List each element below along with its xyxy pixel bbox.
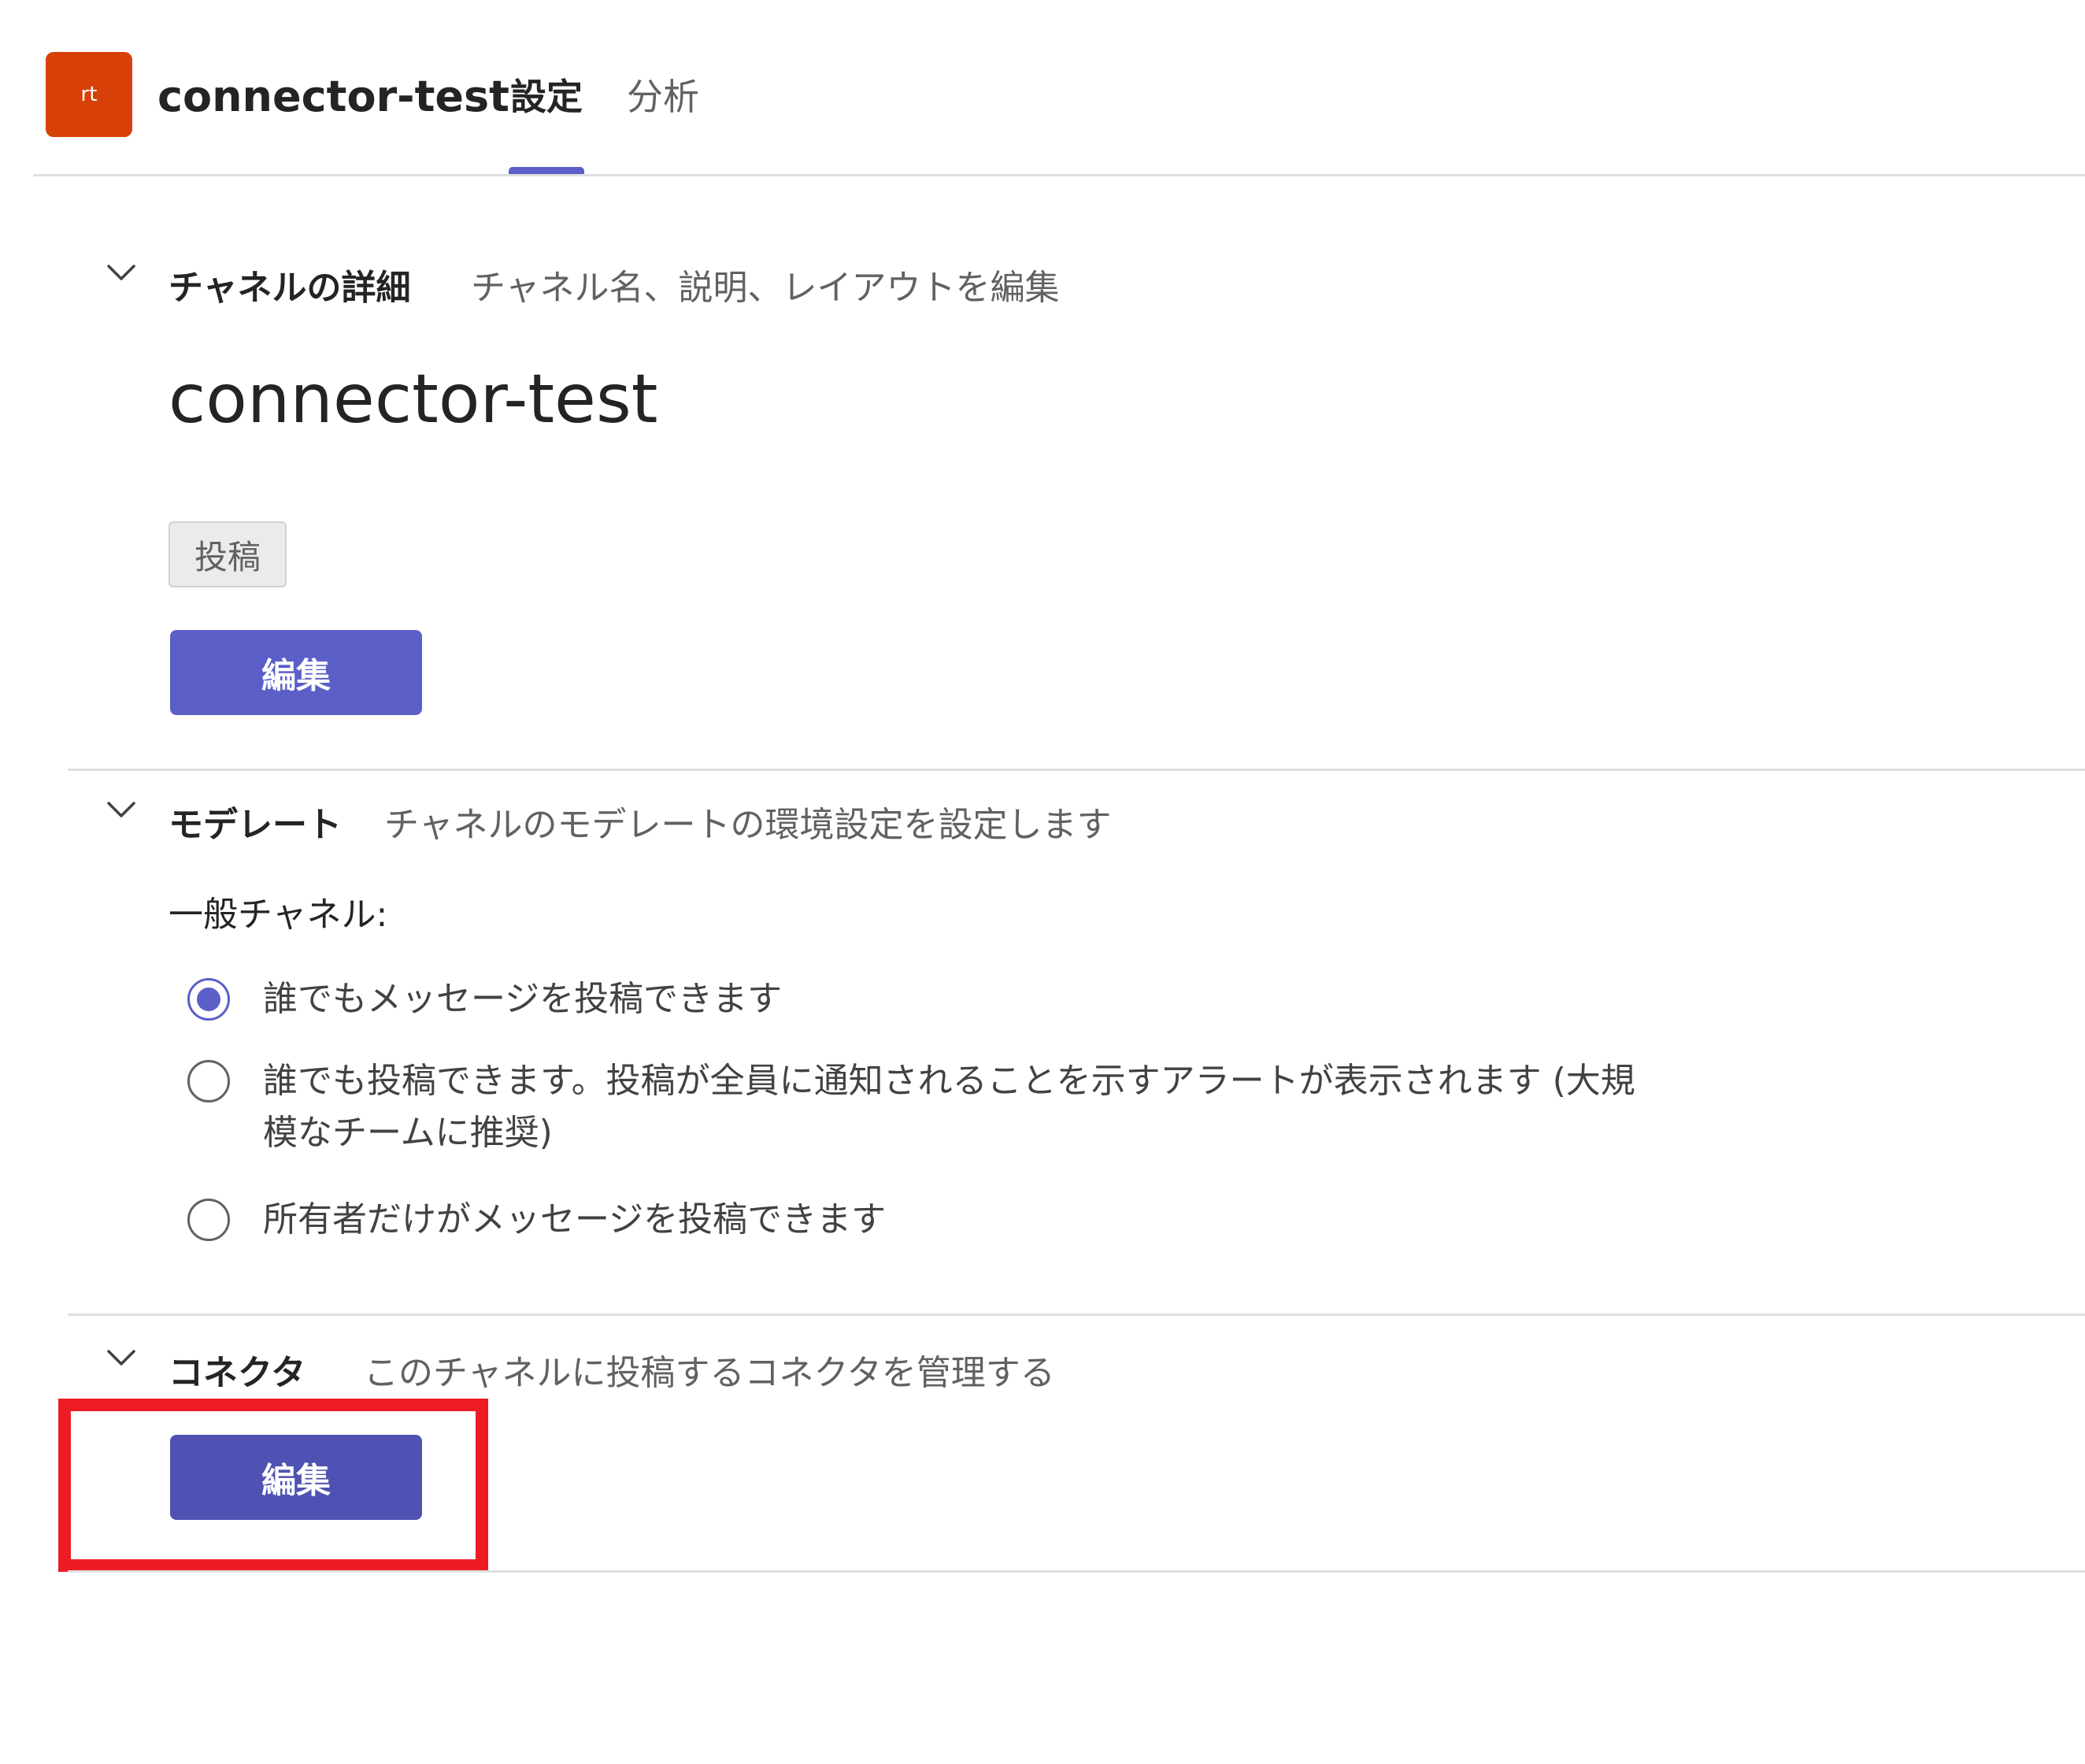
avatar-initials: rt — [80, 83, 98, 106]
moderation-option-anyone-post[interactable]: 誰でもメッセージを投稿できます — [187, 973, 1665, 1025]
edit-connectors-button-label: 編集 — [261, 1461, 331, 1501]
channel-name: connector-test — [169, 360, 658, 439]
team-title: connector-test — [157, 72, 509, 121]
radio-label: 所有者だけがメッセージを投稿できます — [263, 1199, 887, 1240]
chevron-down-icon[interactable] — [102, 254, 140, 291]
section-title-channel-details[interactable]: チャネルの詳細 — [169, 265, 411, 312]
radio-label: 誰でも投稿できます。投稿が全員に通知されることを示すアラートが表示されます (大… — [263, 1061, 1635, 1153]
team-avatar: rt — [46, 52, 132, 137]
section-title-connectors[interactable]: コネクタ — [169, 1350, 306, 1397]
tab-analytics[interactable]: 分析 — [627, 69, 699, 124]
section-description-connectors: このチャネルに投稿するコネクタを管理する — [364, 1353, 1055, 1393]
radio-button[interactable] — [187, 1199, 230, 1241]
edit-connectors-button[interactable]: 編集 — [170, 1435, 422, 1520]
section-divider — [68, 1570, 2085, 1573]
header-divider — [33, 174, 2085, 176]
chevron-down-icon[interactable] — [102, 791, 140, 828]
chevron-down-icon[interactable] — [102, 1339, 140, 1377]
tab-tag-posts: 投稿 — [169, 521, 287, 587]
section-description-moderation: チャネルのモデレートの環境設定を設定します — [384, 805, 1112, 845]
section-divider — [68, 1314, 2085, 1316]
edit-channel-button-label: 編集 — [261, 656, 331, 696]
moderation-option-owners-only[interactable]: 所有者だけがメッセージを投稿できます — [187, 1194, 1665, 1246]
channel-header: rt connector-test 設定 分析 — [0, 0, 2085, 176]
radio-button-selected[interactable] — [187, 978, 230, 1021]
tag-label: 投稿 — [194, 537, 261, 576]
radio-button[interactable] — [187, 1060, 230, 1102]
tab-settings[interactable]: 設定 — [510, 69, 583, 124]
general-channel-label: 一般チャネル: — [169, 895, 388, 935]
section-divider — [68, 769, 2085, 771]
section-title-moderation[interactable]: モデレート — [169, 802, 342, 849]
radio-label: 誰でもメッセージを投稿できます — [263, 979, 783, 1019]
moderation-option-anyone-post-with-alert[interactable]: 誰でも投稿できます。投稿が全員に通知されることを示すアラートが表示されます (大… — [187, 1055, 1665, 1159]
edit-channel-button[interactable]: 編集 — [170, 630, 422, 715]
section-description-channel-details: チャネル名、説明、レイアウトを編集 — [471, 268, 1060, 308]
